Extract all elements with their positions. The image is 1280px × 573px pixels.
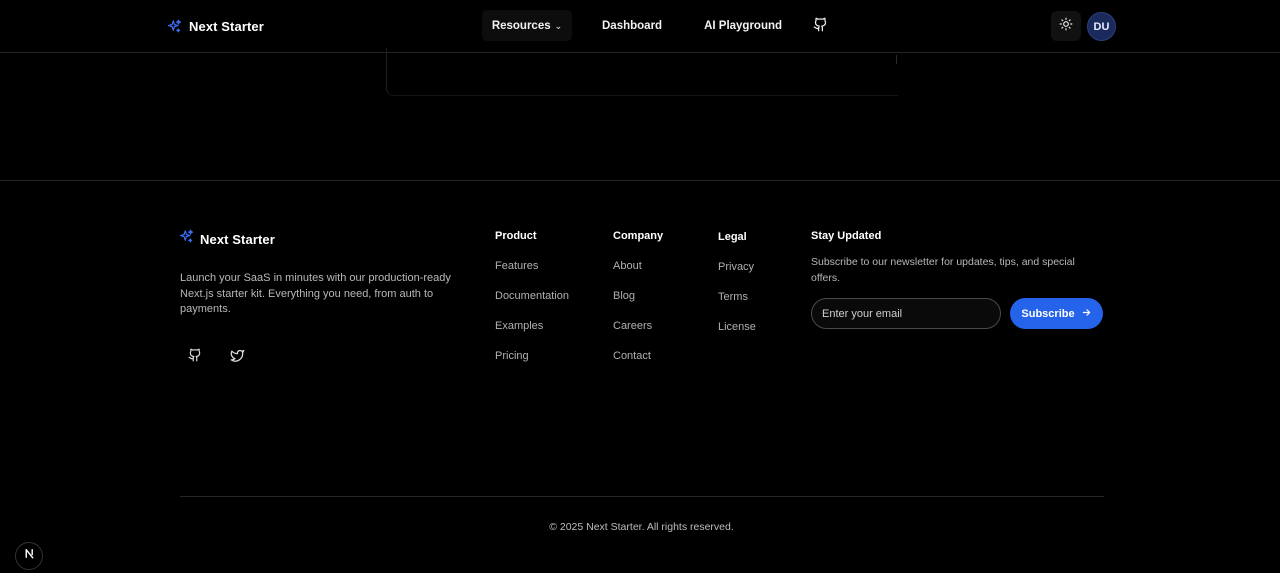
nav-resources-dropdown[interactable]: Resources ⌄ <box>482 10 572 41</box>
footer-column-product: Product Features Documentation Examples … <box>495 230 569 364</box>
newsletter-form: Subscribe <box>811 298 1103 329</box>
nav-dashboard-link[interactable]: Dashboard <box>589 10 675 41</box>
sparkle-icon <box>179 229 194 249</box>
copyright-text: © 2025 Next Starter. All rights reserved… <box>549 521 734 533</box>
chevron-down-icon: ⌄ <box>554 21 563 31</box>
footer-link-documentation[interactable]: Documentation <box>495 290 569 304</box>
footer-brand-name: Next Starter <box>200 231 275 247</box>
sparkle-icon <box>167 19 182 34</box>
footer-link-license[interactable]: License <box>718 321 756 335</box>
footer-link-about[interactable]: About <box>613 260 663 274</box>
content-card-edge <box>386 48 898 96</box>
footer-link-features[interactable]: Features <box>495 260 569 274</box>
nextjs-dev-indicator[interactable] <box>15 542 43 570</box>
main-nav: Resources ⌄ Dashboard AI Playground <box>482 10 834 41</box>
newsletter-description: Subscribe to our newsletter for updates,… <box>811 256 1075 284</box>
footer-column-legal: Legal Privacy Terms License <box>718 231 756 335</box>
footer-brand[interactable]: Next Starter <box>179 229 275 249</box>
footer-link-examples[interactable]: Examples <box>495 320 569 334</box>
divider <box>896 55 897 64</box>
column-title: Product <box>495 230 537 242</box>
footer-divider <box>0 180 1280 181</box>
nav-resources-label: Resources <box>491 19 551 32</box>
top-navbar: Next Starter Resources ⌄ Dashboard AI Pl… <box>0 0 1280 53</box>
nav-ai-playground-link[interactable]: AI Playground <box>691 10 795 41</box>
footer-link-careers[interactable]: Careers <box>613 320 663 334</box>
column-title: Legal <box>718 231 747 243</box>
social-links <box>187 347 245 363</box>
nextjs-icon <box>23 547 36 565</box>
brand-name: Next Starter <box>189 18 264 34</box>
footer-link-pricing[interactable]: Pricing <box>495 350 569 364</box>
footer-link-privacy[interactable]: Privacy <box>718 261 756 275</box>
footer-description: Launch your SaaS in minutes with our pro… <box>180 272 451 315</box>
user-avatar[interactable]: DU <box>1087 12 1116 41</box>
subscribe-button[interactable]: Subscribe <box>1010 298 1103 329</box>
column-title: Company <box>613 230 664 242</box>
subscribe-label: Subscribe <box>1021 307 1075 320</box>
arrow-right-icon <box>1081 307 1092 321</box>
footer-link-terms[interactable]: Terms <box>718 291 756 305</box>
twitter-icon[interactable] <box>229 347 245 363</box>
nav-github-link[interactable] <box>807 10 834 41</box>
footer-link-contact[interactable]: Contact <box>613 350 663 364</box>
footer-link-blog[interactable]: Blog <box>613 290 663 304</box>
newsletter-title: Stay Updated <box>811 230 882 242</box>
brand-logo[interactable]: Next Starter <box>167 16 264 36</box>
sun-icon <box>1059 17 1073 36</box>
github-icon[interactable] <box>187 347 203 363</box>
github-icon <box>813 17 828 35</box>
theme-toggle-button[interactable] <box>1051 11 1081 41</box>
email-input[interactable] <box>811 298 1001 329</box>
footer-column-company: Company About Blog Careers Contact <box>613 230 663 364</box>
footer-bottom-divider <box>180 496 1104 497</box>
newsletter-section: Stay Updated Subscribe to our newsletter… <box>811 230 1111 329</box>
